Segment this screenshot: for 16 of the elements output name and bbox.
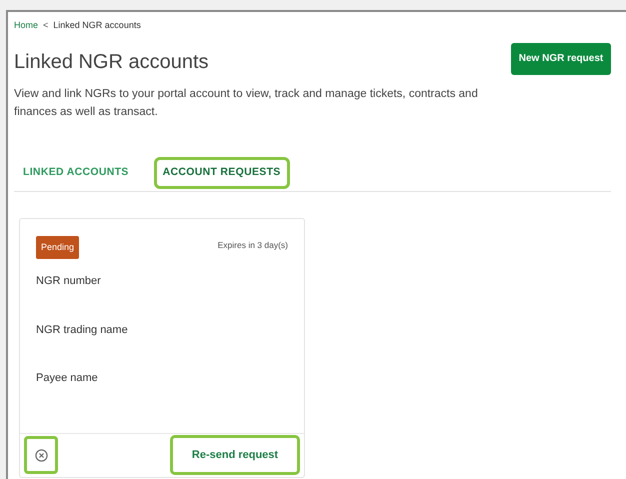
page-description: View and link NGRs to your portal account to view, track and manage tickets, contracts and finances as well as transact. xyxy=(14,86,479,120)
tab[interactable]: ACCOUNT REQUESTS xyxy=(154,157,290,189)
cancel-button[interactable] xyxy=(24,436,58,474)
field-label: Payee name xyxy=(36,371,99,386)
status-badge: Pending xyxy=(36,236,80,259)
expiry-text: Expires in 3 day(s) xyxy=(218,238,288,252)
breadcrumb-separator: < xyxy=(43,19,48,32)
page-title: Linked NGR accounts xyxy=(14,50,209,74)
field-label: NGR number xyxy=(36,274,102,289)
new-request-button[interactable]: New NGR request xyxy=(511,42,611,74)
breadcrumb-current: Linked NGR accounts xyxy=(53,19,141,32)
resend-button[interactable]: Re-send request xyxy=(170,435,300,475)
home-link[interactable]: Home xyxy=(14,19,38,32)
close-icon xyxy=(34,448,48,462)
field-label: NGR trading name xyxy=(36,322,129,338)
tab[interactable]: LINKED ACCOUNTS xyxy=(14,157,138,189)
